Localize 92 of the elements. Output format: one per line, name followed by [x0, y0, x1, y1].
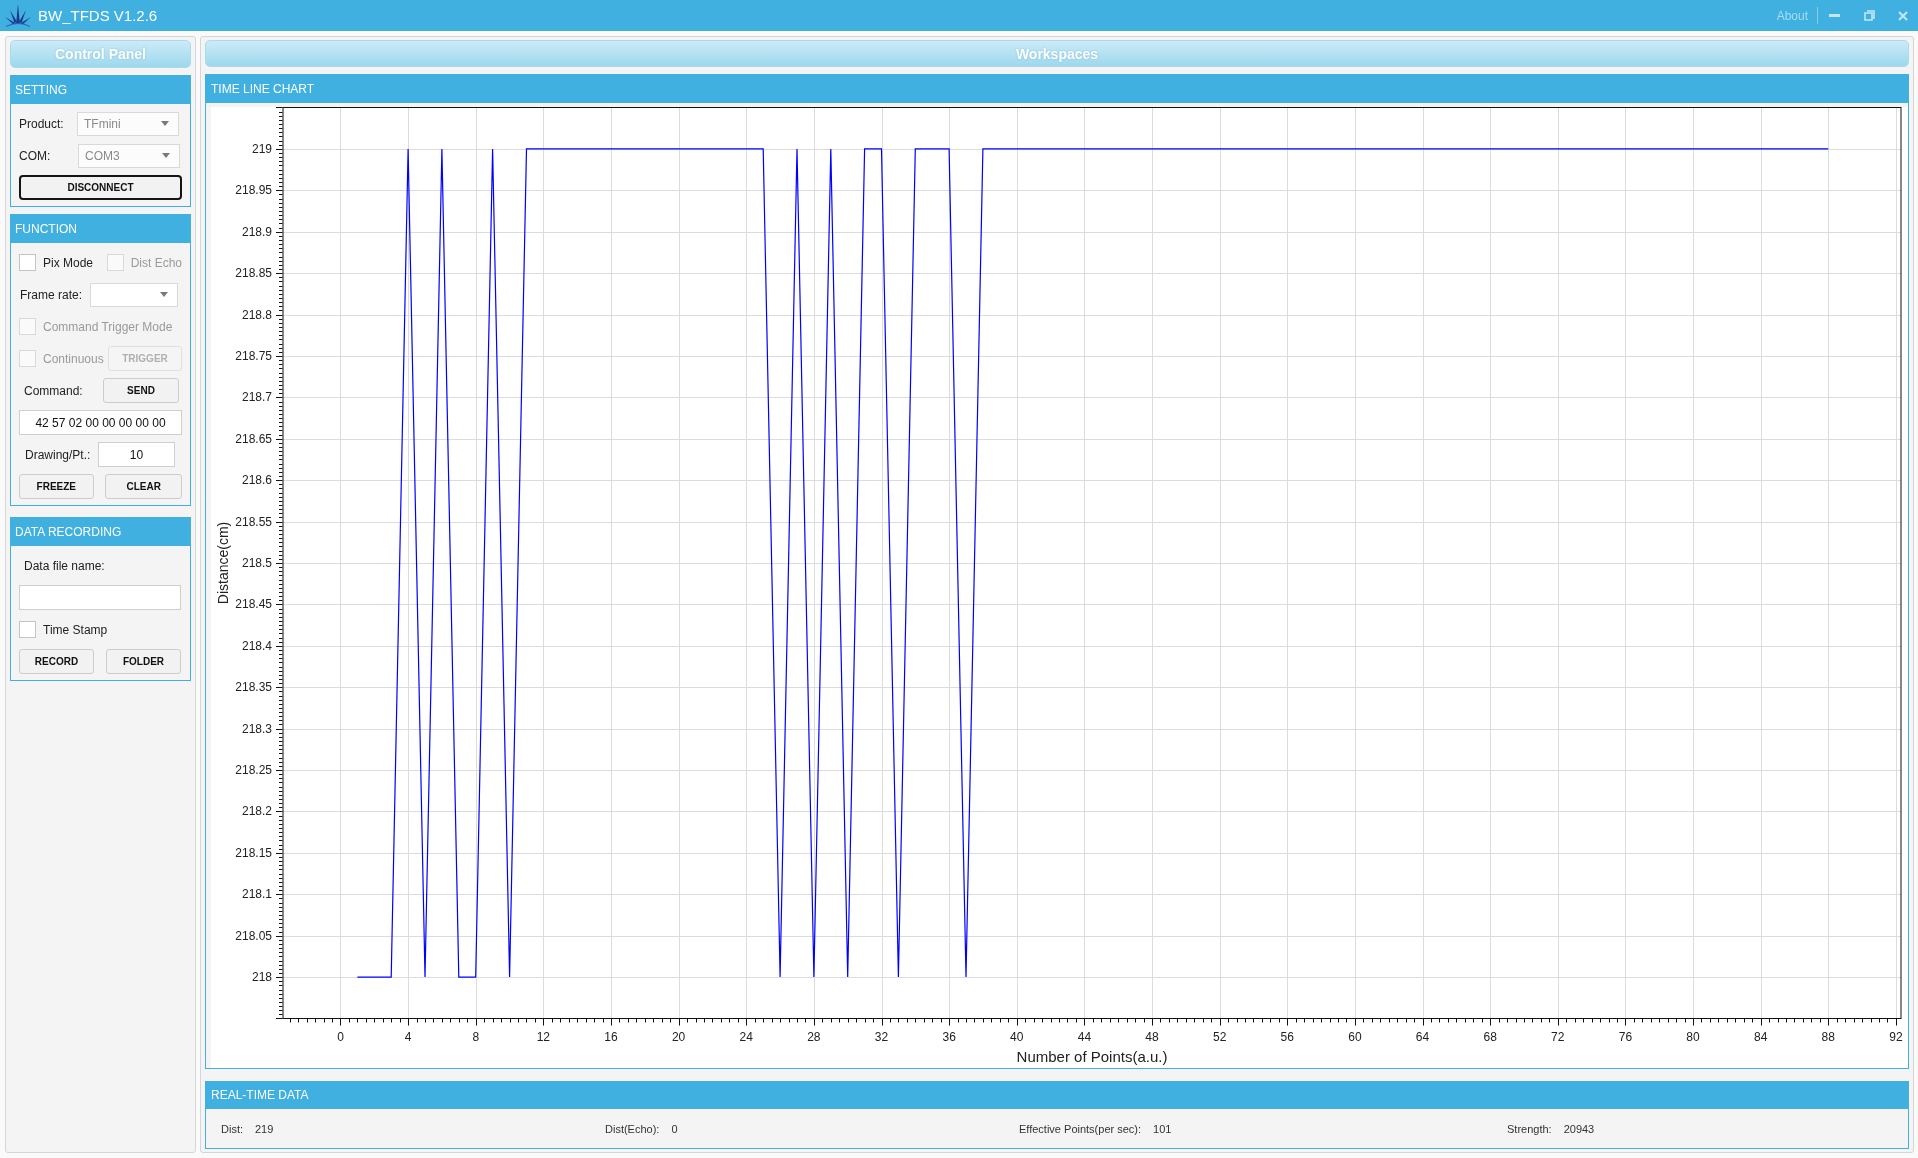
y-tick-label: 218.1 [241, 887, 272, 902]
data-label: Dist: [221, 1122, 243, 1135]
section-title: DATA RECORDING [11, 518, 190, 546]
x-tick-label: 4 [404, 1029, 412, 1044]
data-value: 101 [1153, 1122, 1172, 1135]
data-value: 219 [255, 1122, 274, 1135]
minimize-icon[interactable] [1829, 14, 1840, 17]
panel-title: Control Panel [10, 40, 191, 68]
y-tick-label: 218 [251, 970, 272, 985]
y-tick-label: 218.2 [241, 804, 272, 819]
frame-rate-dropdown[interactable] [90, 282, 178, 307]
section-title: SETTING [11, 76, 190, 104]
x-tick-label: 60 [1348, 1029, 1362, 1044]
section-title: REAL-TIME DATA [206, 1082, 1908, 1109]
y-tick-label: 218.15 [235, 845, 272, 860]
x-tick-label: 80 [1686, 1029, 1700, 1044]
x-tick-label: 40 [1010, 1029, 1024, 1044]
record-button[interactable]: RECORD [19, 649, 94, 674]
data-label: Effective Points(per sec): [1019, 1122, 1142, 1135]
y-tick-label: 218.4 [241, 638, 272, 653]
y-axis-title: Distance(cm) [215, 521, 231, 605]
drawing-label: Drawing/Pt.: [24, 447, 92, 462]
x-tick-label: 88 [1821, 1029, 1835, 1044]
y-tick-label: 218.7 [241, 390, 272, 405]
disconnect-button[interactable]: DISCONNECT [19, 175, 182, 200]
y-tick-label: 218.5 [241, 556, 272, 570]
y-tick-label: 218.05 [235, 928, 272, 943]
freeze-button[interactable]: FREEZE [19, 474, 94, 499]
close-icon[interactable] [1898, 10, 1908, 21]
x-tick-label: 52 [1212, 1029, 1227, 1044]
checkbox[interactable] [19, 254, 36, 271]
x-tick-label: 20 [671, 1029, 686, 1044]
data-value: 20943 [1563, 1122, 1595, 1135]
y-tick-label: 218.35 [235, 680, 272, 695]
x-tick-label: 92 [1889, 1029, 1903, 1044]
y-tick-label: 218.8 [241, 307, 272, 322]
x-tick-label: 76 [1618, 1029, 1633, 1044]
x-tick-label: 12 [536, 1029, 551, 1044]
product-label: Product: [19, 116, 65, 131]
checkbox-label: Command Trigger Mode [43, 319, 173, 334]
y-tick-label: 219 [251, 141, 272, 156]
x-tick-label: 0 [337, 1029, 344, 1044]
clear-button[interactable]: CLEAR [105, 474, 182, 499]
checkbox-label: Time Stamp [43, 622, 108, 637]
y-tick-label: 218.25 [235, 763, 272, 778]
y-tick-label: 218.65 [235, 431, 272, 446]
x-axis-title: Number of Points(a.u.) [1016, 1047, 1168, 1065]
x-tick-label: 36 [942, 1029, 956, 1044]
x-tick-label: 28 [807, 1029, 821, 1044]
checkbox-label: Dist Echo [130, 255, 182, 270]
caret-icon [161, 121, 169, 126]
y-tick-label: 218.6 [241, 473, 272, 488]
data-value: 0 [671, 1122, 678, 1135]
command-input[interactable]: 42 57 02 00 00 00 00 00 [19, 410, 182, 435]
checkbox[interactable] [19, 621, 36, 638]
frame-rate-label: Frame rate: [19, 287, 83, 302]
x-tick-label: 32 [874, 1029, 889, 1044]
section-title: FUNCTION [11, 215, 190, 243]
data-label: Dist(Echo): [605, 1122, 660, 1135]
drawing-input[interactable]: 10 [98, 442, 175, 467]
y-tick-label: 218.9 [241, 224, 272, 239]
file-name-label: Data file name: [23, 558, 105, 573]
data-label: Strength: [1507, 1122, 1552, 1135]
x-tick-label: 64 [1415, 1029, 1430, 1044]
panel-title: Workspaces [205, 40, 1909, 67]
x-tick-label: 8 [472, 1029, 480, 1044]
y-tick-label: 218.55 [235, 514, 272, 529]
com-label: COM: [19, 148, 52, 163]
x-tick-label: 24 [739, 1029, 753, 1044]
y-tick-label: 218.45 [235, 597, 272, 612]
x-tick-label: 16 [604, 1029, 618, 1044]
folder-button[interactable]: FOLDER [106, 649, 181, 674]
x-tick-label: 68 [1483, 1029, 1497, 1044]
checkbox-label: Pix Mode [43, 255, 94, 270]
caret-icon [160, 292, 168, 297]
x-tick-label: 84 [1754, 1029, 1768, 1044]
send-button[interactable]: SEND [103, 378, 179, 403]
y-tick-label: 218.95 [235, 183, 272, 198]
restore-icon[interactable] [1864, 10, 1875, 21]
checkbox-label: Continuous [43, 351, 104, 366]
x-tick-label: 72 [1551, 1029, 1565, 1044]
y-tick-label: 218.3 [241, 721, 272, 736]
command-label: Command: [23, 383, 84, 398]
y-tick-label: 218.85 [235, 266, 272, 281]
window-title: BW_TFDS V1.2.6 [38, 7, 158, 24]
x-tick-label: 44 [1077, 1029, 1092, 1044]
section-title: TIME LINE CHART [206, 75, 1908, 103]
caret-icon [162, 153, 170, 158]
file-name-input[interactable] [19, 585, 181, 610]
x-tick-label: 48 [1145, 1029, 1159, 1044]
y-tick-label: 218.75 [235, 348, 272, 363]
x-tick-label: 56 [1280, 1029, 1294, 1044]
